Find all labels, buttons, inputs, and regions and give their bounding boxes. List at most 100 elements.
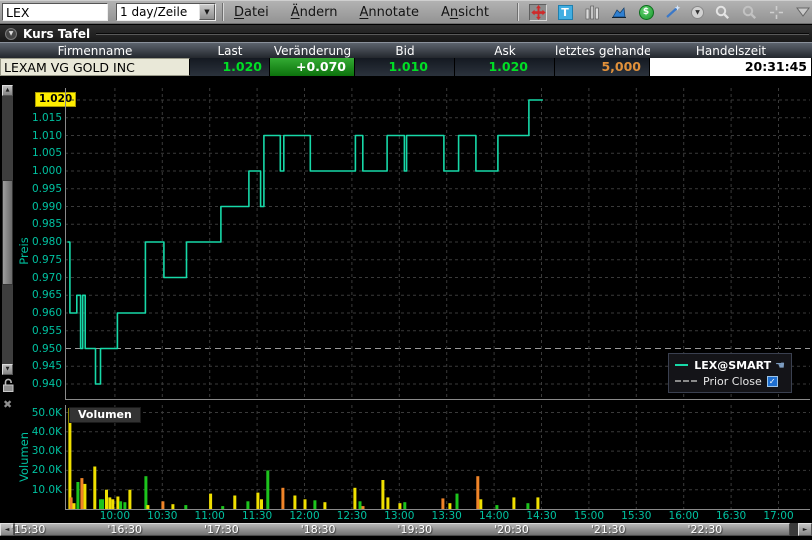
crosshair-icon[interactable]: [767, 4, 785, 21]
current-price-badge: 1.020: [35, 92, 76, 107]
quote-table-header: Firmenname Last Veränderung Bid Ask letz…: [0, 42, 812, 58]
cell-firmenname: LEXAM VG GOLD INC: [0, 58, 190, 76]
volume-chart[interactable]: [65, 405, 810, 511]
price-tick-label: 1.005: [14, 146, 62, 160]
scroll-right-icon[interactable]: ►: [798, 523, 812, 536]
chart-legend[interactable]: LEX@SMART ☚ Prior Close ✓: [668, 353, 792, 393]
time-tick-label: 13:30: [425, 510, 469, 522]
col-header-last[interactable]: Last: [190, 43, 270, 58]
collapse-triangle-icon[interactable]: [794, 4, 812, 21]
scrollbar-time-label: '16:30: [99, 523, 151, 536]
main-toolbar: 1 day/Zeile ▼ Datei Ändern Annotate Ansi…: [0, 0, 812, 24]
toolbar-separator: [222, 3, 224, 21]
cell-veraenderung: +0.070: [270, 58, 355, 76]
vertical-scrollbar-thumb[interactable]: [2, 180, 13, 285]
period-select-value: 1 day/Zeile: [117, 5, 199, 19]
time-tick-label: 10:30: [140, 510, 184, 522]
panel-title: Kurs Tafel: [23, 27, 90, 41]
prior-close-line-sample: [675, 380, 697, 382]
quote-table: Firmenname Last Veränderung Bid Ask letz…: [0, 42, 812, 76]
pan-tool-icon[interactable]: [529, 4, 547, 21]
symbol-input[interactable]: [2, 3, 108, 21]
col-header-ask[interactable]: Ask: [455, 43, 555, 58]
scrollbar-time-label: '17:30: [195, 523, 247, 536]
scrollbar-time-label: '21:30: [582, 523, 634, 536]
cell-bid: 1.010: [355, 58, 455, 76]
time-tick-label: 12:30: [330, 510, 374, 522]
price-vertical-scrollbar[interactable]: ▲ ▼: [2, 85, 13, 375]
col-header-handelszeit[interactable]: Handelszeit: [650, 43, 812, 58]
scroll-down-icon[interactable]: ▼: [2, 364, 13, 375]
price-tick-label: 0.980: [14, 235, 62, 249]
text-annotation-icon[interactable]: T: [556, 4, 574, 21]
menu-aendern[interactable]: Ändern: [291, 5, 338, 20]
price-tick-label: 0.965: [14, 288, 62, 302]
cell-letztes-gehandelt: 5,000: [555, 58, 650, 76]
zoom-out-icon[interactable]: [740, 4, 758, 21]
col-header-bid[interactable]: Bid: [355, 43, 455, 58]
scrollbar-time-label: '18:30: [292, 523, 344, 536]
price-tick-label: 0.985: [14, 217, 62, 231]
scrollbar-time-label: '19:30: [389, 523, 441, 536]
drag-hand-icon[interactable]: ☚: [775, 359, 785, 372]
scrollbar-time-label: '20:30: [486, 523, 538, 536]
legend-prior-close-label: Prior Close: [703, 375, 762, 388]
kurs-tafel-titlebar: ▼ Kurs Tafel: [0, 25, 812, 42]
time-tick-label: 14:30: [520, 510, 564, 522]
menu-annotate[interactable]: Annotate: [359, 5, 419, 20]
time-tick-label: 15:30: [614, 510, 658, 522]
menu-datei[interactable]: Datei: [234, 5, 269, 20]
scrollbar-time-label: '15:30: [2, 523, 54, 536]
col-header-veraenderung[interactable]: Veränderung: [270, 43, 355, 58]
price-tick-label: 0.950: [14, 342, 62, 356]
volume-tick-label: 40.0K: [14, 425, 62, 439]
mini-area-chart-icon[interactable]: [610, 4, 628, 21]
volume-tick-label: 20.0K: [14, 463, 62, 477]
volume-tick-label: 10.0K: [14, 483, 62, 497]
price-tick-label: 1.015: [14, 111, 62, 125]
price-tick-label: 0.990: [14, 200, 62, 214]
close-volume-panel-icon[interactable]: ✖: [3, 398, 12, 411]
price-tick-label: 0.975: [14, 253, 62, 267]
price-tick-label: 0.960: [14, 306, 62, 320]
volume-tick-label: 30.0K: [14, 444, 62, 458]
time-tick-label: 16:30: [709, 510, 753, 522]
price-tick-label: 0.970: [14, 271, 62, 285]
price-tick-label: 1.000: [14, 164, 62, 178]
chart-style-bars-icon[interactable]: [583, 4, 601, 21]
cell-ask: 1.020: [455, 58, 555, 76]
time-tick-label: 17:00: [757, 510, 801, 522]
scroll-up-icon[interactable]: ▲: [2, 85, 13, 96]
time-scrollbar[interactable]: ◄ ► '15:30'16:30'17:30'18:30'19:30'20:30…: [0, 523, 812, 536]
time-tick-label: 16:00: [662, 510, 706, 522]
menu-bar: Datei Ändern Annotate Ansicht: [234, 5, 511, 20]
volume-overlay-label: Volumen: [69, 407, 141, 423]
toolbar-icons: T $ ▼: [529, 4, 812, 21]
quote-row[interactable]: LEXAM VG GOLD INC 1.020 +0.070 1.010 1.0…: [0, 58, 812, 76]
legend-series-label: LEX@SMART: [694, 359, 771, 372]
time-tick-label: 11:30: [235, 510, 279, 522]
cell-handelszeit: 20:31:45: [650, 58, 812, 76]
time-tick-label: 13:00: [377, 510, 421, 522]
prior-close-checkbox[interactable]: ✓: [767, 376, 778, 387]
price-tick-label: 0.940: [14, 377, 62, 391]
zoom-in-icon[interactable]: [713, 4, 731, 21]
price-tick-label: 0.955: [14, 324, 62, 338]
cell-last: 1.020: [190, 58, 270, 76]
toolbar-separator: [517, 3, 519, 21]
series-line-sample: [675, 364, 688, 366]
time-tick-label: 14:00: [472, 510, 516, 522]
time-tick-label: 11:00: [188, 510, 232, 522]
panel-collapse-button[interactable]: ▼: [5, 28, 17, 40]
scrollbar-time-label: '22:30: [679, 523, 731, 536]
menu-ansicht[interactable]: Ansicht: [441, 5, 489, 20]
col-header-firmenname[interactable]: Firmenname: [0, 43, 190, 58]
chevron-down-icon[interactable]: ▼: [199, 4, 215, 20]
period-select[interactable]: 1 day/Zeile ▼: [116, 3, 216, 21]
col-header-letztes[interactable]: letztes gehandel...: [555, 43, 650, 58]
draw-line-dropdown-icon[interactable]: ▼: [691, 6, 704, 19]
dollar-icon[interactable]: $: [637, 4, 655, 21]
price-tick-label: 0.995: [14, 182, 62, 196]
titlebar-groove: [96, 33, 809, 35]
draw-line-icon[interactable]: [664, 4, 682, 21]
